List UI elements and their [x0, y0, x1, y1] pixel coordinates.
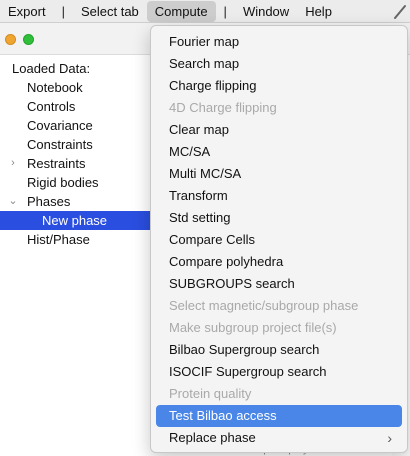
menu-item-test-bilbao-access[interactable]: Test Bilbao access — [156, 405, 402, 427]
menu-compute[interactable]: Compute — [146, 1, 216, 22]
menu-item-compare-polyhedra[interactable]: Compare polyhedra — [156, 251, 402, 273]
tree-item-notebook[interactable]: Notebook — [0, 78, 152, 97]
minimize-window-icon[interactable] — [5, 34, 16, 45]
tree-root-label: Loaded Data: — [12, 61, 91, 76]
menu-item-transform[interactable]: Transform — [156, 185, 402, 207]
tree-item-restraints[interactable]: › Restraints — [0, 154, 152, 173]
menu-item-compare-cells[interactable]: Compare Cells — [156, 229, 402, 251]
chevron-right-icon[interactable]: › — [8, 154, 18, 173]
tree-item-rigid-bodies[interactable]: Rigid bodies — [0, 173, 152, 192]
menu-item-select-magnetic-subgroup-phase: Select magnetic/subgroup phase — [169, 298, 359, 313]
menubar-separator: | — [223, 3, 227, 19]
menu-item-make-subgroup-project-files: Make subgroup project file(s) — [169, 320, 337, 335]
menu-select-tab[interactable]: Select tab — [73, 0, 147, 23]
tree-item-controls[interactable]: Controls — [0, 97, 152, 116]
zoom-window-icon[interactable] — [23, 34, 34, 45]
compute-menu: Fourier map Search map Charge flipping 4… — [150, 25, 408, 453]
submenu-arrow-icon: › — [387, 430, 392, 446]
menu-item-subgroups-search[interactable]: SUBGROUPS search — [156, 273, 402, 295]
tree-item-label: Restraints — [27, 156, 86, 171]
menu-export[interactable]: Export — [0, 0, 54, 23]
menu-window[interactable]: Window — [235, 0, 297, 23]
tree-item-constraints[interactable]: Constraints — [0, 135, 152, 154]
menu-item-mcsa[interactable]: MC/SA — [156, 141, 402, 163]
tree-item-phases[interactable]: ⌄ Phases — [0, 192, 152, 211]
data-tree: Loaded Data: Notebook Controls Covarianc… — [0, 55, 152, 249]
tree-item-covariance[interactable]: Covariance — [0, 116, 152, 135]
menu-item-protein-quality: Protein quality — [169, 386, 252, 401]
menu-item-label: Replace phase — [169, 430, 256, 445]
search-tool-icon[interactable] — [392, 2, 408, 20]
menu-item-charge-flipping[interactable]: Charge flipping — [156, 75, 402, 97]
tree-item-hist-phase[interactable]: Hist/Phase — [0, 230, 152, 249]
menu-item-replace-phase[interactable]: Replace phase › — [156, 427, 402, 449]
menu-item-search-map[interactable]: Search map — [156, 53, 402, 75]
tree-item-label: Phases — [27, 194, 71, 209]
menu-item-std-setting[interactable]: Std setting — [156, 207, 402, 229]
menu-item-fourier-map[interactable]: Fourier map — [156, 31, 402, 53]
tree-item-new-phase[interactable]: New phase — [0, 211, 152, 230]
menu-item-bilbao-supergroup-search[interactable]: Bilbao Supergroup search — [156, 339, 402, 361]
menu-item-clear-map[interactable]: Clear map — [156, 119, 402, 141]
menu-item-4d-charge-flipping: 4D Charge flipping — [169, 100, 277, 115]
menubar: Export | Select tab Compute | Window Hel… — [0, 0, 410, 23]
menu-item-multi-mcsa[interactable]: Multi MC/SA — [156, 163, 402, 185]
menubar-separator: | — [61, 3, 65, 19]
menu-item-isocif-supergroup-search[interactable]: ISOCIF Supergroup search — [156, 361, 402, 383]
chevron-down-icon[interactable]: ⌄ — [8, 192, 18, 211]
menu-help[interactable]: Help — [297, 0, 340, 23]
